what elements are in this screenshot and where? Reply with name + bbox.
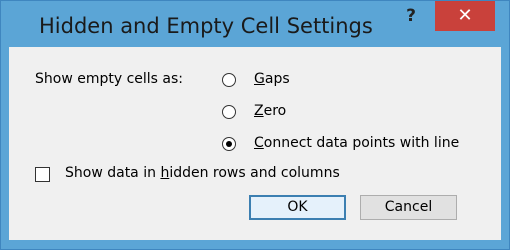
radio-zero[interactable] (222, 105, 236, 119)
close-icon: ✕ (457, 5, 473, 26)
radio-gaps-label[interactable]: Gaps (254, 71, 290, 87)
close-button[interactable]: ✕ (435, 1, 495, 31)
radio-connect-label[interactable]: Connect data points with line (254, 135, 459, 151)
radio-connect[interactable] (222, 137, 236, 151)
hidden-data-label[interactable]: Show data in hidden rows and columns (65, 165, 340, 181)
title-bar[interactable]: Hidden and Empty Cell Settings ? ✕ (1, 1, 509, 47)
help-button[interactable]: ? (399, 3, 423, 29)
dialog-body: Show empty cells as: Gaps Zero Connect d… (9, 47, 501, 240)
hidden-data-checkbox[interactable] (35, 167, 50, 182)
radio-selected-dot (226, 141, 232, 147)
cancel-button[interactable]: Cancel (360, 195, 457, 220)
empty-cells-label: Show empty cells as: (35, 71, 184, 87)
dialog-title: Hidden and Empty Cell Settings (39, 14, 373, 38)
radio-gaps[interactable] (222, 73, 236, 87)
dialog-window: Hidden and Empty Cell Settings ? ✕ Show … (0, 0, 510, 250)
radio-zero-label[interactable]: Zero (254, 103, 286, 119)
ok-button[interactable]: OK (249, 195, 346, 220)
